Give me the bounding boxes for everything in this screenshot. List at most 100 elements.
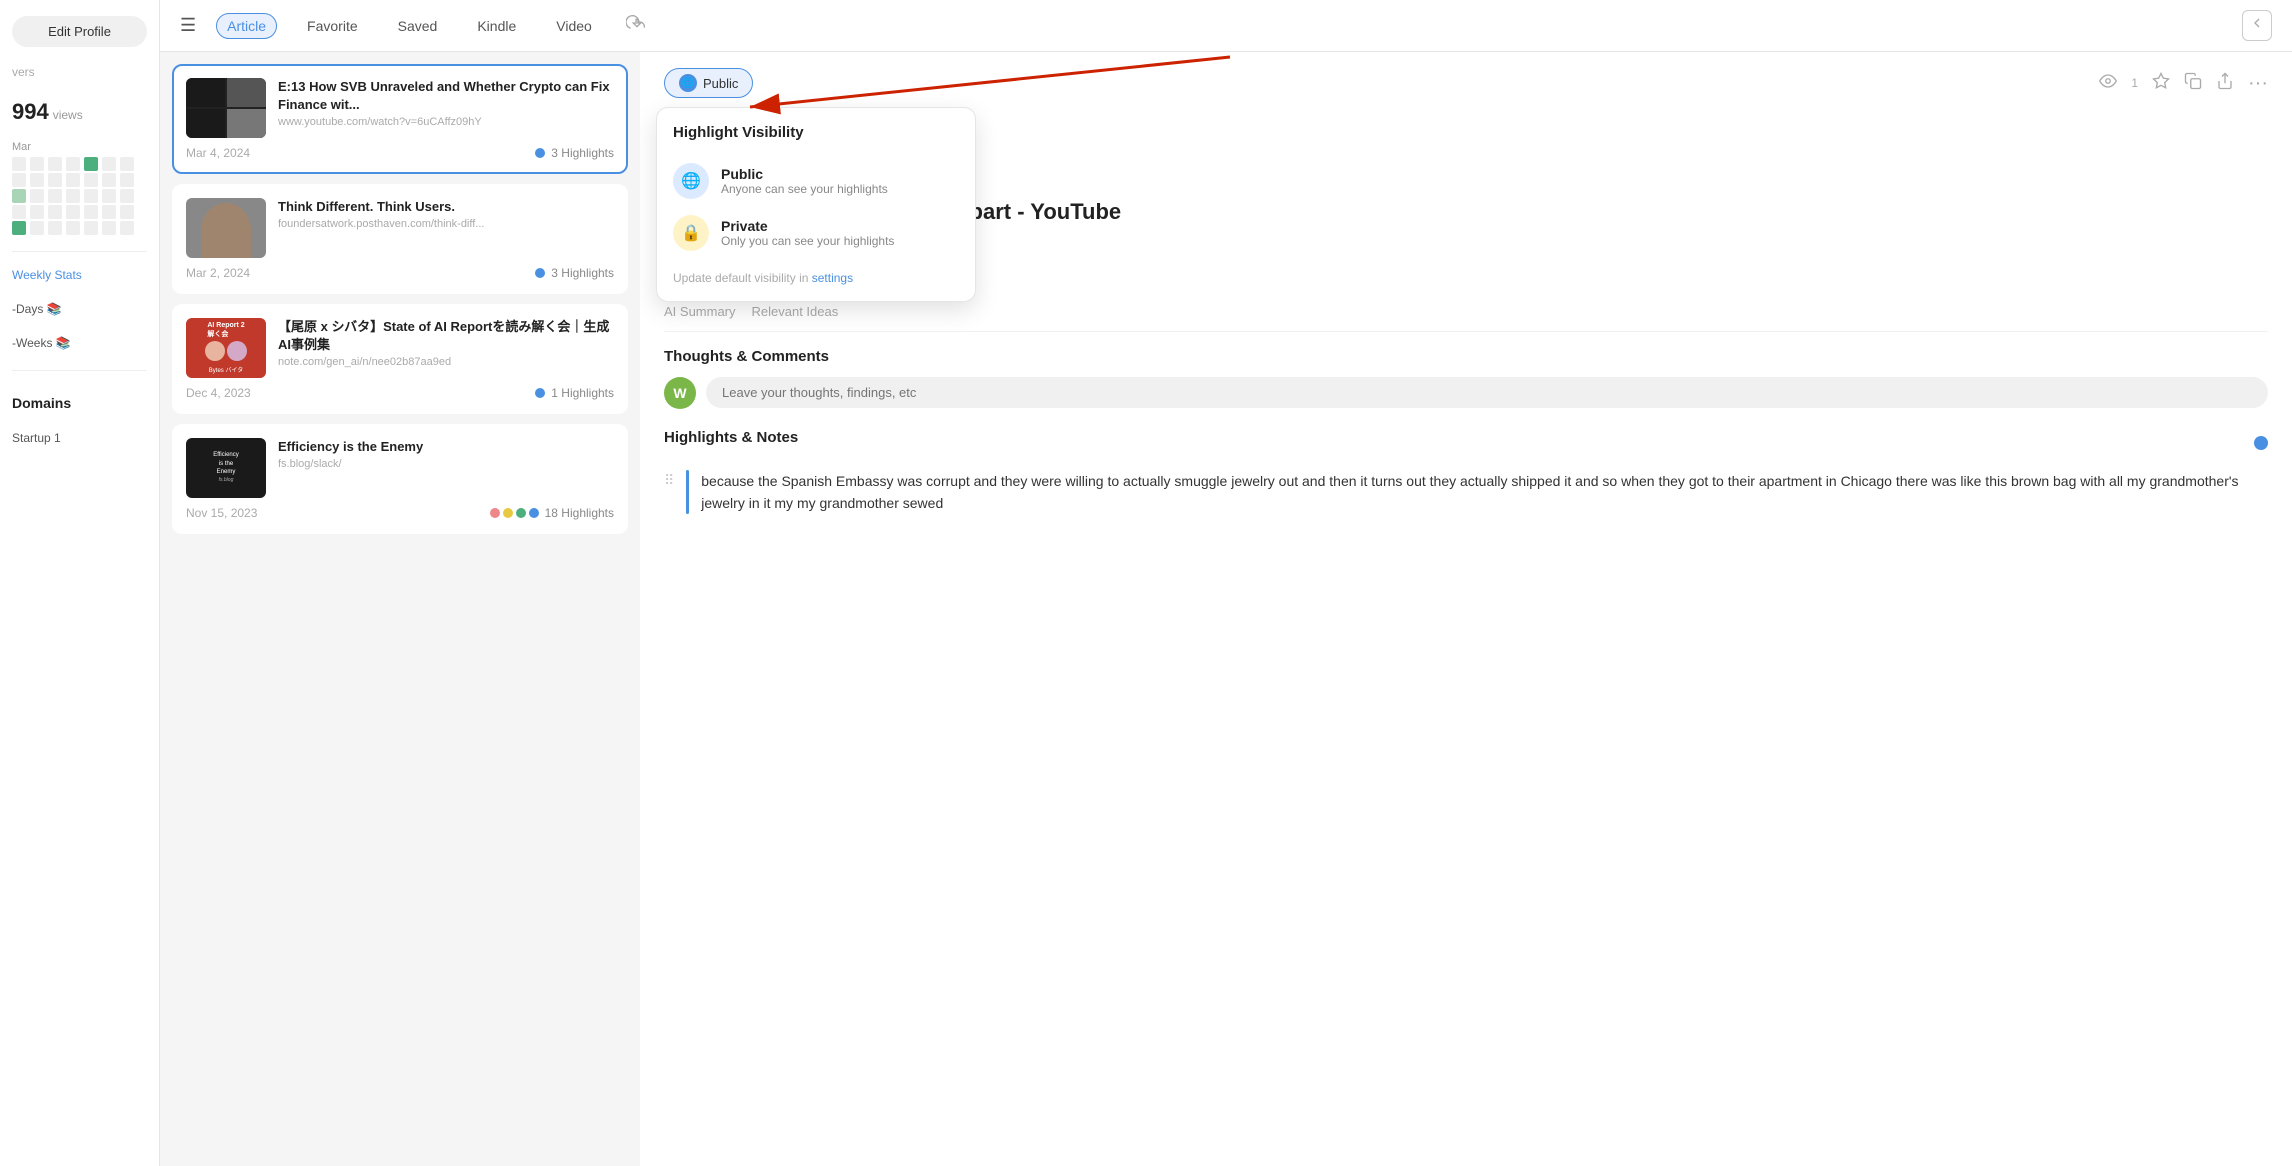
dropdown-public-text: Public Anyone can see your highlights <box>721 166 888 196</box>
followers-label: vers <box>12 63 147 79</box>
article-thumbnail-4: Efficiencyis theEnemyfs.blog <box>186 438 266 498</box>
cal-cell <box>66 189 80 203</box>
views-stat: 994 views <box>12 99 147 125</box>
tab-video[interactable]: Video <box>546 14 602 38</box>
domain-item[interactable]: Startup 1 <box>12 431 147 445</box>
thoughts-input-row: W <box>664 377 2268 409</box>
dropdown-private-icon: 🔒 <box>673 215 709 251</box>
cal-cell <box>102 221 116 235</box>
article-info-2: Think Different. Think Users. foundersat… <box>278 198 614 258</box>
cal-cell <box>48 173 62 187</box>
article-meta-3: Dec 4, 2023 1 Highlights <box>186 386 614 400</box>
article-list: E:13 How SVB Unraveled and Whether Crypt… <box>160 52 640 1166</box>
dropdown-footer-text: Update default visibility in <box>673 271 812 285</box>
dot-yellow <box>503 508 513 518</box>
star-icon[interactable] <box>2152 72 2170 95</box>
highlight-border <box>686 470 689 515</box>
tab-kindle[interactable]: Kindle <box>467 14 526 38</box>
article-info-4: Efficiency is the Enemy fs.blog/slack/ <box>278 438 614 498</box>
sidebar-divider2 <box>12 370 147 371</box>
cal-cell <box>12 173 26 187</box>
cal-cell <box>102 189 116 203</box>
weekly-stats-link[interactable]: Weekly Stats <box>12 268 147 282</box>
menu-icon[interactable]: ☰ <box>180 15 196 36</box>
cal-cell <box>30 205 44 219</box>
highlight-dot-1 <box>535 148 545 158</box>
views-count-label: 1 <box>2131 76 2138 90</box>
streak-days: -Days 📚 <box>12 302 147 316</box>
views-label: views <box>53 108 83 122</box>
copy-icon[interactable] <box>2184 72 2202 95</box>
highlights-section-title: Highlights & Notes <box>664 429 798 446</box>
thoughts-input[interactable] <box>706 377 2268 408</box>
main-area: ☰ Article Favorite Saved Kindle Video <box>160 0 2292 1166</box>
article-title-3: 【尾原 x シバタ】State of AI Reportを読み解く会｜生成AI事… <box>278 318 614 354</box>
highlights-dot <box>2254 436 2268 450</box>
highlight-item-1: ⠿ because the Spanish Embassy was corrup… <box>664 470 2268 515</box>
settings-link[interactable]: settings <box>812 271 853 285</box>
cal-cell <box>30 157 44 171</box>
dropdown-option-private[interactable]: 🔒 Private Only you can see your highligh… <box>673 207 959 259</box>
tab-article[interactable]: Article <box>216 13 277 39</box>
visibility-dropdown: Highlight Visibility 🌐 Public Anyone can… <box>656 107 976 302</box>
public-visibility-button[interactable]: 🌐 Public <box>664 68 753 98</box>
cal-cell <box>30 221 44 235</box>
cloud-download-icon[interactable] <box>626 12 648 39</box>
cal-cell <box>12 157 26 171</box>
edit-profile-button[interactable]: Edit Profile <box>12 16 147 47</box>
article-url-3: note.com/gen_ai/n/nee02b87aa9ed <box>278 356 614 368</box>
cal-cell <box>66 173 80 187</box>
domains-title: Domains <box>12 395 147 411</box>
article-url-1: www.youtube.com/watch?v=6uCAffz09hY <box>278 116 614 128</box>
cal-cell <box>102 205 116 219</box>
calendar-month: Mar <box>12 141 147 153</box>
article-card-2[interactable]: Think Different. Think Users. foundersat… <box>172 184 628 294</box>
article-card-4[interactable]: Efficiencyis theEnemyfs.blog Efficiency … <box>172 424 628 534</box>
drag-handle-icon[interactable]: ⠿ <box>664 472 674 515</box>
article-card-1[interactable]: E:13 How SVB Unraveled and Whether Crypt… <box>172 64 628 174</box>
highlights-badge-3: 1 Highlights <box>535 386 614 400</box>
tab-saved[interactable]: Saved <box>388 14 448 38</box>
highlights-count-3: 1 Highlights <box>551 386 614 400</box>
user-avatar: W <box>664 377 696 409</box>
cal-cell <box>84 221 98 235</box>
article-date-4: Nov 15, 2023 <box>186 506 257 520</box>
views-count: 994 <box>12 99 49 125</box>
action-icons: 1 <box>2099 72 2268 95</box>
visibility-label: Public <box>703 76 738 91</box>
content-area: E:13 How SVB Unraveled and Whether Crypt… <box>160 52 2292 1166</box>
cal-cell <box>12 205 26 219</box>
collapse-panel-button[interactable] <box>2242 10 2272 41</box>
article-meta-2: Mar 2, 2024 3 Highlights <box>186 266 614 280</box>
cal-cell <box>48 157 62 171</box>
multi-dots <box>490 508 539 518</box>
cal-cell <box>102 157 116 171</box>
calendar: Mar <box>12 141 147 235</box>
article-card-3[interactable]: AI Report 2解く会 Bytes バイタ 【尾原 x シバタ】State… <box>172 304 628 414</box>
thoughts-section-title: Thoughts & Comments <box>664 348 2268 365</box>
cal-cell <box>120 205 134 219</box>
cal-cell <box>48 205 62 219</box>
share-icon[interactable] <box>2216 72 2234 95</box>
highlights-count-4: 18 Highlights <box>545 506 614 520</box>
cal-cell <box>102 173 116 187</box>
more-options-icon[interactable]: ··· <box>2248 72 2268 95</box>
article-info-3: 【尾原 x シバタ】State of AI Reportを読み解く会｜生成AI事… <box>278 318 614 378</box>
highlights-badge-4: 18 Highlights <box>490 506 614 520</box>
article-date-2: Mar 2, 2024 <box>186 266 250 280</box>
views-icon[interactable] <box>2099 72 2117 95</box>
highlight-dot-3 <box>535 388 545 398</box>
streak-weeks: -Weeks 📚 <box>12 336 147 350</box>
article-date-3: Dec 4, 2023 <box>186 386 251 400</box>
cal-cell <box>48 221 62 235</box>
dropdown-option-public[interactable]: 🌐 Public Anyone can see your highlights <box>673 155 959 207</box>
cal-cell <box>120 221 134 235</box>
dot-blue <box>529 508 539 518</box>
tab-favorite[interactable]: Favorite <box>297 14 368 38</box>
cal-cell <box>84 173 98 187</box>
cal-cell <box>120 157 134 171</box>
highlight-text-1: because the Spanish Embassy was corrupt … <box>701 470 2268 515</box>
tab-relevant-ideas[interactable]: Relevant Ideas <box>752 304 839 323</box>
tab-ai-summary[interactable]: AI Summary <box>664 304 736 323</box>
highlights-count-2: 3 Highlights <box>551 266 614 280</box>
